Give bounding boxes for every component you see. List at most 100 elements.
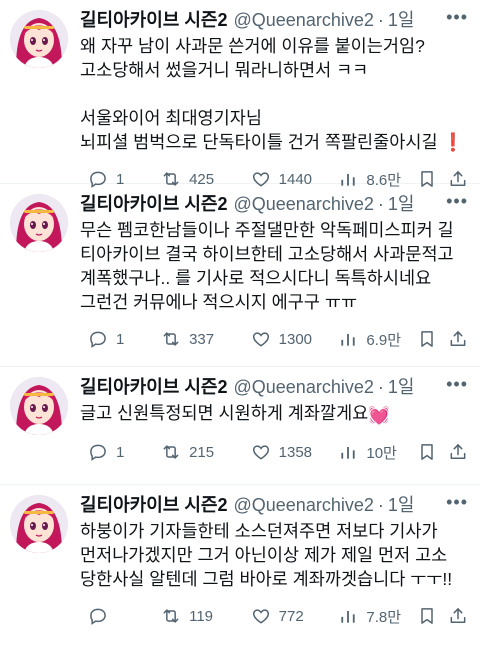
like-count: 772	[278, 607, 304, 625]
avatar[interactable]	[10, 194, 68, 252]
bookmark-button[interactable]	[409, 442, 440, 462]
like-icon	[251, 606, 271, 626]
tweet-line: 티아카이브 결국 하이브한테 고소당해서 사과문적고	[80, 244, 454, 264]
timestamp[interactable]: 1일	[388, 8, 415, 32]
retweet-button[interactable]: 215	[153, 442, 243, 462]
tweet-line: 글고 신원특정되면 시원하게 계좌깔게요💓	[80, 401, 468, 427]
display-name[interactable]: 길티아카이브 시즌2	[80, 192, 228, 216]
display-name[interactable]: 길티아카이브 시즌2	[80, 493, 228, 517]
timestamp[interactable]: 1일	[388, 493, 415, 517]
views-icon	[338, 329, 358, 349]
retweet-button[interactable]: 337	[153, 329, 243, 349]
timestamp[interactable]: 1일	[388, 192, 415, 216]
bookmark-icon	[417, 606, 437, 626]
bookmark-icon	[417, 329, 437, 349]
reply-button[interactable]	[80, 606, 153, 626]
share-icon	[448, 606, 468, 626]
reply-icon	[88, 442, 108, 462]
tweet-line: 고소당해서 썼을거니 뭐라니하면서 ㅋㅋ	[80, 60, 369, 80]
reply-count: 1	[116, 443, 125, 461]
retweet-icon	[161, 442, 181, 462]
like-icon	[251, 442, 271, 462]
bookmark-button[interactable]	[409, 606, 440, 626]
tweet-text: 글고 신원특정되면 시원하게 계좌깔게요💓	[80, 401, 468, 427]
like-count: 1300	[278, 330, 313, 348]
display-name[interactable]: 길티아카이브 시즌2	[80, 375, 228, 399]
pink-heart-emoji: 💓	[368, 405, 391, 425]
tweet-text: 무슨 펨코한남들이나 주절댈만한 악독페미스피커 길 티아카이브 결국 하이브한…	[80, 218, 468, 314]
timeline: 길티아카이브 시즌2 @Queenarchive2 · 1일 ••• 왜 자꾸 …	[0, 0, 480, 647]
tweet-line: 무슨 펨코한남들이나 주절댈만한 악독페미스피커 길	[80, 220, 454, 240]
reply-button[interactable]: 1	[80, 329, 153, 349]
share-button[interactable]	[440, 329, 468, 349]
action-bar: 119 772 7.8만	[80, 605, 468, 627]
tweet-header: 길티아카이브 시즌2 @Queenarchive2 · 1일	[80, 375, 468, 399]
like-button[interactable]: 1300	[243, 329, 331, 349]
views-count: 10만	[366, 444, 397, 462]
tweet-line: 하붕이가 기자들한테 소스던져주면 저보다 기사가	[80, 521, 438, 541]
user-handle[interactable]: @Queenarchive2	[234, 8, 374, 32]
reply-icon	[88, 329, 108, 349]
tweet-line: 먼저나가겠지만 그거 아닌이상 제가 제일 먼저 고소	[80, 545, 448, 565]
like-button[interactable]: 1358	[243, 442, 331, 462]
display-name[interactable]: 길티아카이브 시즌2	[80, 8, 228, 32]
tweet-line: 계폭했구나.. 를 기사로 적으시다니 독특하시네요	[80, 268, 432, 288]
tweet-header: 길티아카이브 시즌2 @Queenarchive2 · 1일	[80, 8, 468, 32]
bookmark-button[interactable]	[409, 329, 440, 349]
tweet-text: 왜 자꾸 남이 사과문 쓴거에 이유를 붙이는거임? 고소당해서 썼을거니 뭐라…	[80, 34, 468, 154]
more-icon[interactable]: •••	[446, 375, 468, 393]
tweet-text: 하붕이가 기자들한테 소스던져주면 저보다 기사가 먼저나가겠지만 그거 아닌이…	[80, 519, 468, 591]
reply-button[interactable]: 1	[80, 442, 153, 462]
user-handle[interactable]: @Queenarchive2	[234, 493, 374, 517]
retweet-count: 215	[189, 443, 215, 461]
timestamp[interactable]: 1일	[388, 375, 415, 399]
retweet-count: 337	[189, 330, 215, 348]
retweet-button[interactable]: 119	[153, 606, 243, 626]
tweet-line: 당한사실 알텐데 그럼 바아로 계좌까겟습니다 ㅜㅜ!!	[80, 569, 453, 589]
views-button[interactable]: 10만	[330, 442, 409, 463]
separator-dot: ·	[377, 495, 384, 515]
views-count: 7.8만	[366, 608, 402, 626]
views-icon	[338, 442, 358, 462]
tweet-line: 그런건 커뮤에나 적으시지 에구구 ㅠㅠ	[80, 292, 358, 312]
more-icon[interactable]: •••	[446, 8, 468, 26]
user-handle[interactable]: @Queenarchive2	[234, 375, 374, 399]
views-count: 6.9만	[366, 331, 402, 349]
bookmark-icon	[417, 442, 437, 462]
reply-icon	[88, 606, 108, 626]
tweet-line: 서울와이어 최대영기자님	[80, 108, 262, 128]
views-icon	[338, 606, 358, 626]
views-button[interactable]: 7.8만	[330, 606, 409, 627]
retweet-icon	[161, 606, 181, 626]
tweet[interactable]: 길티아카이브 시즌2 @Queenarchive2 · 1일 ••• 하붕이가 …	[0, 485, 480, 647]
tweet[interactable]: 길티아카이브 시즌2 @Queenarchive2 · 1일 ••• 왜 자꾸 …	[0, 0, 480, 189]
exclamation-emoji: ❗	[442, 132, 465, 152]
action-bar: 1 215 1358 10만	[80, 441, 468, 463]
more-icon[interactable]: •••	[446, 192, 468, 210]
user-handle[interactable]: @Queenarchive2	[234, 192, 374, 216]
reply-count: 1	[116, 330, 125, 348]
avatar[interactable]	[10, 495, 68, 553]
tweet-header: 길티아카이브 시즌2 @Queenarchive2 · 1일	[80, 192, 468, 216]
retweet-icon	[161, 329, 181, 349]
tweet[interactable]: 길티아카이브 시즌2 @Queenarchive2 · 1일 ••• 무슨 펨코…	[0, 184, 480, 367]
share-icon	[448, 329, 468, 349]
avatar-image	[10, 10, 68, 68]
tweet-line: 뇌피셜 범벅으로 단독타이틀 건거 쪽팔린줄아시길 ❗	[80, 130, 468, 154]
like-button[interactable]: 772	[243, 606, 331, 626]
tweet[interactable]: 길티아카이브 시즌2 @Queenarchive2 · 1일 ••• 글고 신원…	[0, 367, 480, 485]
more-icon[interactable]: •••	[446, 493, 468, 511]
tweet-header: 길티아카이브 시즌2 @Queenarchive2 · 1일	[80, 493, 468, 517]
avatar[interactable]	[10, 377, 68, 435]
avatar-image	[10, 495, 68, 553]
separator-dot: ·	[377, 377, 384, 397]
share-button[interactable]	[440, 606, 468, 626]
action-bar: 1 337 1300 6.9만	[80, 328, 468, 350]
share-button[interactable]	[440, 442, 468, 462]
separator-dot: ·	[377, 194, 384, 214]
like-icon	[251, 329, 271, 349]
avatar[interactable]	[10, 10, 68, 68]
avatar-image	[10, 377, 68, 435]
views-button[interactable]: 6.9만	[330, 329, 409, 350]
tweet-line-text: 뇌피셜 범벅으로 단독타이틀 건거 쪽팔린줄아시길	[80, 132, 438, 152]
